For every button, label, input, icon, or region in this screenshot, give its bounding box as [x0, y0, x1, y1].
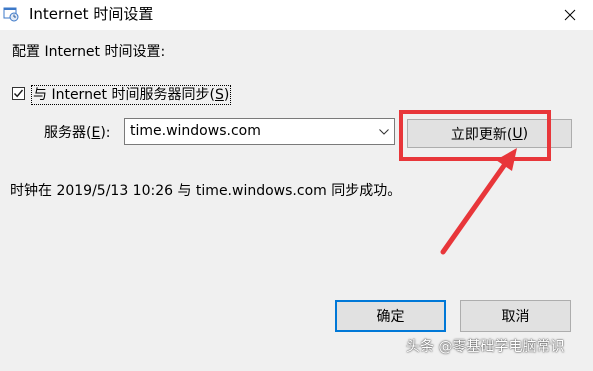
server-label-suffix: ):	[100, 125, 111, 141]
sync-label-accesskey: S	[214, 87, 224, 103]
close-button[interactable]	[547, 0, 593, 30]
server-label: 服务器(E):	[44, 124, 111, 142]
close-icon	[564, 6, 576, 25]
title-bar: Internet 时间设置	[0, 0, 593, 30]
sync-status-text: 时钟在 2019/5/13 10:26 与 time.windows.com 同…	[10, 183, 402, 199]
window-title: Internet 时间设置	[29, 5, 154, 23]
clock-gear-icon	[3, 6, 19, 22]
update-label-accesskey: U	[512, 125, 523, 142]
cancel-button[interactable]: 取消	[460, 300, 571, 332]
server-combobox[interactable]: time.windows.com	[124, 118, 395, 145]
update-label-suffix: )	[522, 125, 529, 142]
server-value[interactable]: time.windows.com	[130, 122, 261, 140]
server-label-accesskey: E	[91, 125, 101, 141]
watermark: 头条 @零基础学电脑常识	[406, 339, 565, 355]
update-now-button[interactable]: 立即更新(U)	[407, 119, 572, 148]
sync-checkbox[interactable]	[12, 87, 25, 100]
chevron-down-icon[interactable]	[376, 119, 392, 144]
sync-checkbox-label[interactable]: 与 Internet 时间服务器同步(S)	[31, 85, 232, 105]
update-label-prefix: 立即更新(	[450, 126, 513, 143]
server-label-prefix: 服务器(	[44, 125, 92, 141]
sync-label-suffix: )	[223, 87, 230, 103]
checkmark-icon	[13, 89, 24, 98]
section-title: 配置 Internet 时间设置:	[12, 44, 166, 60]
sync-label-prefix: 与 Internet 时间服务器同步(	[33, 87, 215, 103]
ok-button[interactable]: 确定	[335, 300, 446, 332]
